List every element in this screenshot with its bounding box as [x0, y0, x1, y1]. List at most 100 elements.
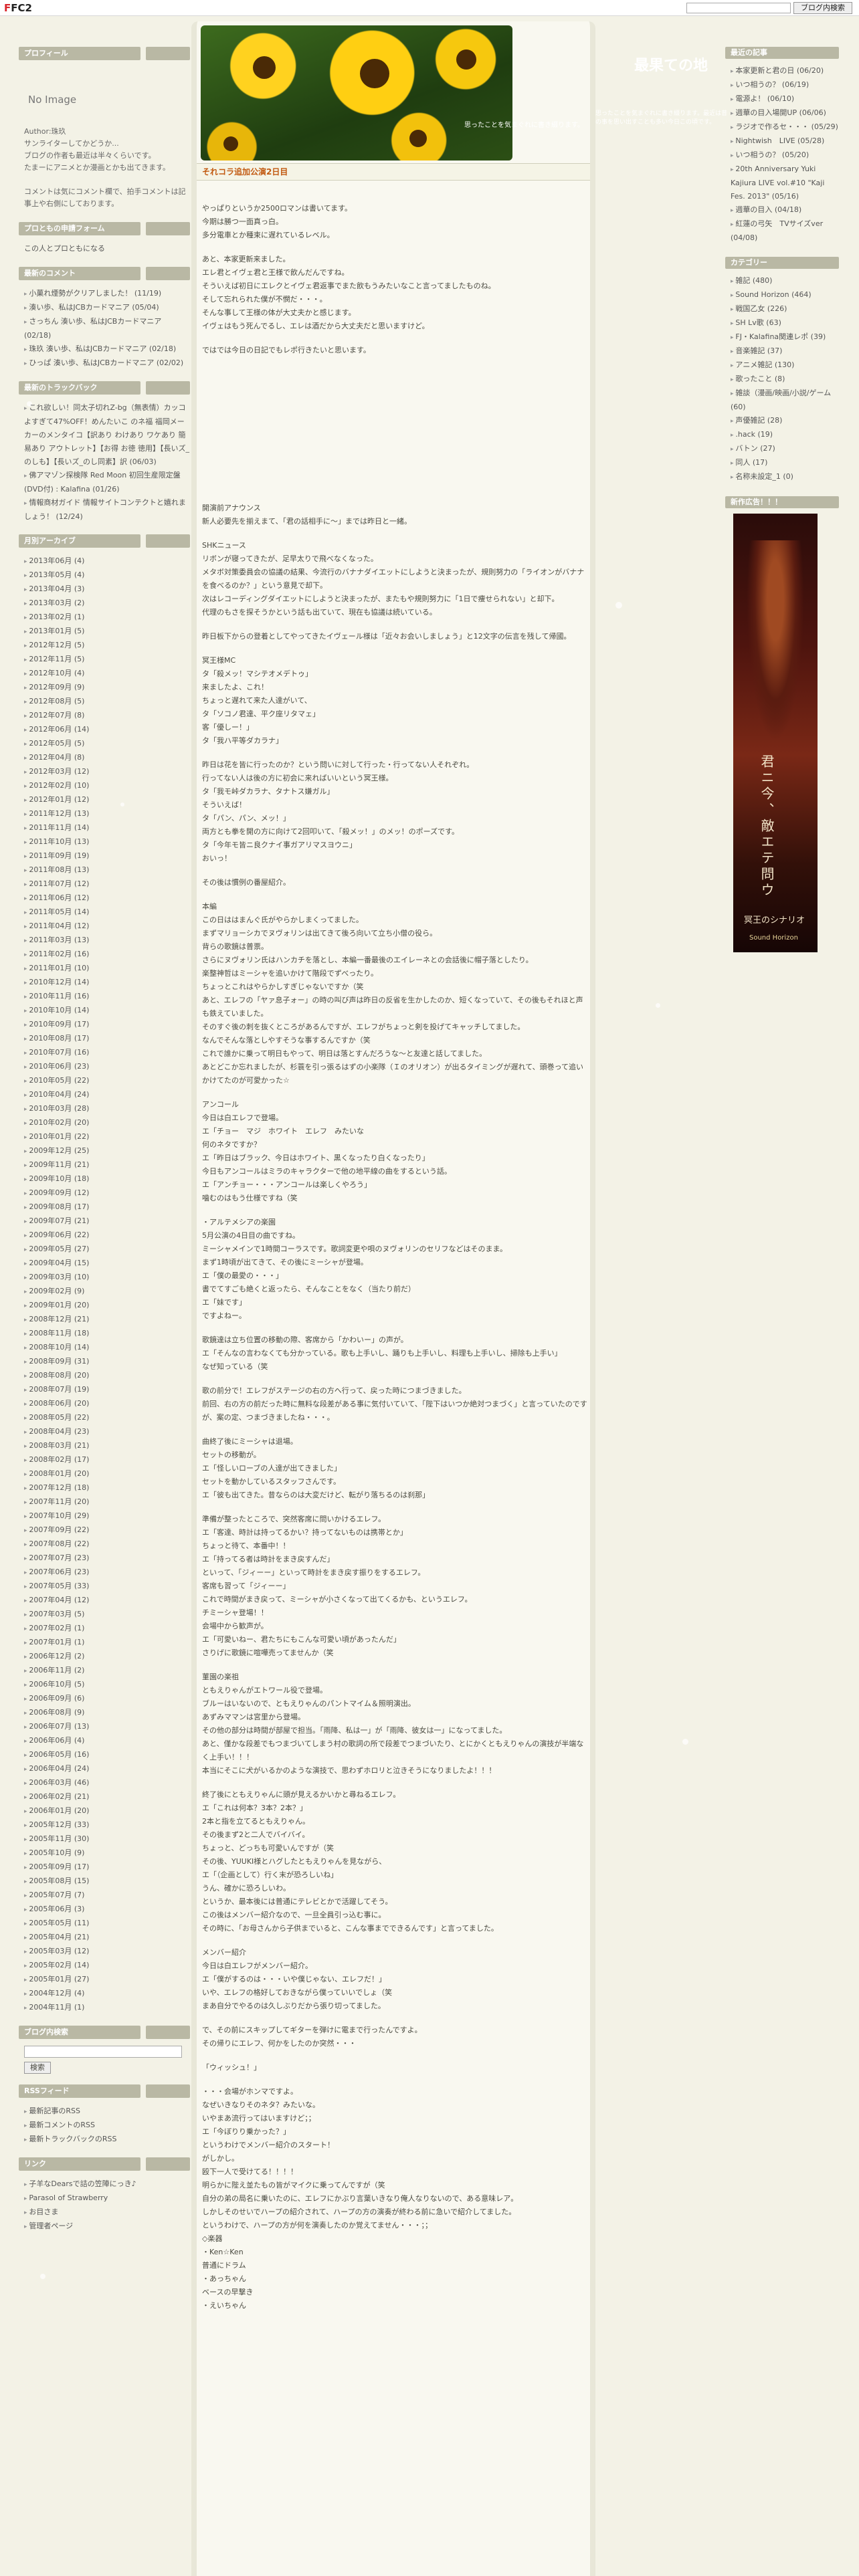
archive-link[interactable]: 2011年10月 (13)	[24, 835, 190, 849]
comment-link[interactable]: ひっぱ 湊い歩、私はJCBカードマニア (02/02)	[24, 356, 190, 370]
archive-link[interactable]: 2005年06月 (3)	[24, 1903, 190, 1917]
archive-link[interactable]: 2008年10月 (14)	[24, 1341, 190, 1355]
archive-link[interactable]: 2007年09月 (22)	[24, 1523, 190, 1537]
recent-entry-link[interactable]: 本家更新と君の日 (06/20)	[731, 64, 839, 78]
archive-link[interactable]: 2010年06月 (23)	[24, 1060, 190, 1074]
external-link[interactable]: Parasol of Strawberry	[24, 2191, 190, 2206]
archive-link[interactable]: 2009年05月 (27)	[24, 1243, 190, 1257]
archive-link[interactable]: 2011年08月 (13)	[24, 863, 190, 877]
archive-link[interactable]: 2012年12月 (5)	[24, 639, 190, 653]
category-link[interactable]: 声優雑記 (28)	[731, 414, 839, 428]
archive-link[interactable]: 2004年11月 (1)	[24, 2001, 190, 2015]
trackback-link[interactable]: これ欲しい！同太子切れZ-bg（無表情）カッコよすぎて47%OFF！めんたいこ …	[24, 401, 190, 469]
comment-link[interactable]: 湊い歩、私はJCBカードマニア (05/04)	[24, 301, 190, 315]
archive-link[interactable]: 2008年01月 (20)	[24, 1467, 190, 1481]
archive-link[interactable]: 2012年01月 (12)	[24, 793, 190, 807]
archive-link[interactable]: 2011年06月 (12)	[24, 891, 190, 905]
archive-link[interactable]: 2010年07月 (16)	[24, 1046, 190, 1060]
archive-link[interactable]: 2011年03月 (13)	[24, 934, 190, 948]
category-link[interactable]: .hack (19)	[731, 428, 839, 442]
archive-link[interactable]: 2009年01月 (20)	[24, 1299, 190, 1313]
sidebar-search-button[interactable]: 検索	[24, 2062, 51, 2074]
archive-link[interactable]: 2006年05月 (16)	[24, 1748, 190, 1762]
archive-link[interactable]: 2006年03月 (46)	[24, 1776, 190, 1790]
archive-link[interactable]: 2007年04月 (12)	[24, 1594, 190, 1608]
archive-link[interactable]: 2006年12月 (2)	[24, 1650, 190, 1664]
recent-entry-link[interactable]: いつ相うの？ (05/20)	[731, 148, 839, 163]
archive-link[interactable]: 2013年06月 (4)	[24, 554, 190, 568]
recent-entry-link[interactable]: Nightwish LIVE (05/28)	[731, 134, 839, 148]
archive-link[interactable]: 2009年03月 (10)	[24, 1271, 190, 1285]
archive-link[interactable]: 2005年07月 (7)	[24, 1889, 190, 1903]
external-link[interactable]: 子羊なDearsで詰の笠陣にっき♪	[24, 2177, 190, 2191]
comment-link[interactable]: 小菓れ煙勢がクリアしました！ (11/19)	[24, 287, 190, 301]
archive-link[interactable]: 2012年08月 (5)	[24, 695, 190, 709]
archive-link[interactable]: 2005年05月 (11)	[24, 1917, 190, 1931]
archive-link[interactable]: 2008年07月 (19)	[24, 1383, 190, 1397]
archive-link[interactable]: 2006年08月 (9)	[24, 1706, 190, 1720]
recent-entry-link[interactable]: 電源よ！ (06/10)	[731, 92, 839, 106]
archive-link[interactable]: 2009年02月 (9)	[24, 1285, 190, 1299]
blog-search-input[interactable]	[686, 3, 791, 13]
archive-link[interactable]: 2005年10月 (9)	[24, 1846, 190, 1860]
fc2-logo[interactable]: FFC2	[4, 2, 32, 14]
archive-link[interactable]: 2008年04月 (23)	[24, 1425, 190, 1439]
archive-link[interactable]: 2006年01月 (20)	[24, 1804, 190, 1818]
archive-link[interactable]: 2005年03月 (12)	[24, 1945, 190, 1959]
archive-link[interactable]: 2007年06月 (23)	[24, 1566, 190, 1580]
recent-entry-link[interactable]: 週華の目入場開UP (06/06)	[731, 106, 839, 120]
category-link[interactable]: 雑記 (480)	[731, 274, 839, 288]
archive-link[interactable]: 2010年02月 (20)	[24, 1116, 190, 1130]
category-link[interactable]: 音楽雑記 (37)	[731, 344, 839, 358]
archive-link[interactable]: 2012年05月 (5)	[24, 737, 190, 751]
category-link[interactable]: バトン (27)	[731, 442, 839, 456]
archive-link[interactable]: 2007年12月 (18)	[24, 1481, 190, 1495]
archive-link[interactable]: 2006年09月 (6)	[24, 1692, 190, 1706]
archive-link[interactable]: 2009年10月 (18)	[24, 1172, 190, 1186]
rss-link[interactable]: 最新記事のRSS	[24, 2105, 190, 2119]
archive-link[interactable]: 2004年12月 (4)	[24, 1987, 190, 2001]
archive-link[interactable]: 2010年12月 (14)	[24, 976, 190, 990]
form-link[interactable]: この人とプロともになる	[24, 242, 190, 256]
archive-link[interactable]: 2012年04月 (8)	[24, 751, 190, 765]
archive-link[interactable]: 2008年09月 (31)	[24, 1355, 190, 1369]
category-link[interactable]: 戦国乙女 (226)	[731, 302, 839, 316]
archive-link[interactable]: 2008年03月 (21)	[24, 1439, 190, 1453]
category-link[interactable]: FJ・Kalafina関連レポ (39)	[731, 330, 839, 344]
archive-link[interactable]: 2009年11月 (21)	[24, 1158, 190, 1172]
archive-link[interactable]: 2007年01月 (1)	[24, 1636, 190, 1650]
entry-title[interactable]: それコラ追加公演2日目	[197, 163, 590, 181]
blog-search-button[interactable]: ブログ内検索	[793, 2, 852, 14]
archive-link[interactable]: 2013年03月 (2)	[24, 597, 190, 611]
category-link[interactable]: 名称未設定_1 (0)	[731, 470, 839, 484]
archive-link[interactable]: 2011年02月 (16)	[24, 948, 190, 962]
archive-link[interactable]: 2007年05月 (33)	[24, 1580, 190, 1594]
sound-horizon-ad-banner[interactable]: 君ニ今、敵エテ問ウ 冥王のシナリオ Sound Horizon	[733, 514, 818, 952]
archive-link[interactable]: 2006年04月 (24)	[24, 1762, 190, 1776]
archive-link[interactable]: 2012年06月 (14)	[24, 723, 190, 737]
archive-link[interactable]: 2005年01月 (27)	[24, 1973, 190, 1987]
archive-link[interactable]: 2012年02月 (10)	[24, 779, 190, 793]
recent-entry-link[interactable]: 週華の目入 (04/18)	[731, 203, 839, 217]
recent-entry-link[interactable]: 20th Anniversary Yuki Kajiura LIVE vol.#…	[731, 163, 839, 203]
archive-link[interactable]: 2009年12月 (25)	[24, 1144, 190, 1158]
recent-entry-link[interactable]: ラジオで作るセ・・・ (05/29)	[731, 120, 839, 134]
category-link[interactable]: 歌ったこと (8)	[731, 372, 839, 387]
archive-link[interactable]: 2010年08月 (17)	[24, 1032, 190, 1046]
archive-link[interactable]: 2005年11月 (30)	[24, 1832, 190, 1846]
archive-link[interactable]: 2007年11月 (20)	[24, 1495, 190, 1509]
archive-link[interactable]: 2009年08月 (17)	[24, 1200, 190, 1214]
archive-link[interactable]: 2012年07月 (8)	[24, 709, 190, 723]
archive-link[interactable]: 2006年06月 (4)	[24, 1734, 190, 1748]
archive-link[interactable]: 2010年04月 (24)	[24, 1088, 190, 1102]
archive-link[interactable]: 2008年11月 (18)	[24, 1327, 190, 1341]
archive-link[interactable]: 2011年07月 (12)	[24, 877, 190, 891]
archive-link[interactable]: 2012年03月 (12)	[24, 765, 190, 779]
category-link[interactable]: アニメ雑記 (130)	[731, 358, 839, 372]
archive-link[interactable]: 2011年12月 (13)	[24, 807, 190, 821]
archive-link[interactable]: 2013年05月 (4)	[24, 568, 190, 582]
comment-link[interactable]: 珠玖 湊い歩、私はJCBカードマニア (02/18)	[24, 342, 190, 356]
archive-link[interactable]: 2010年05月 (22)	[24, 1074, 190, 1088]
archive-link[interactable]: 2009年06月 (22)	[24, 1228, 190, 1243]
archive-link[interactable]: 2007年10月 (29)	[24, 1509, 190, 1523]
